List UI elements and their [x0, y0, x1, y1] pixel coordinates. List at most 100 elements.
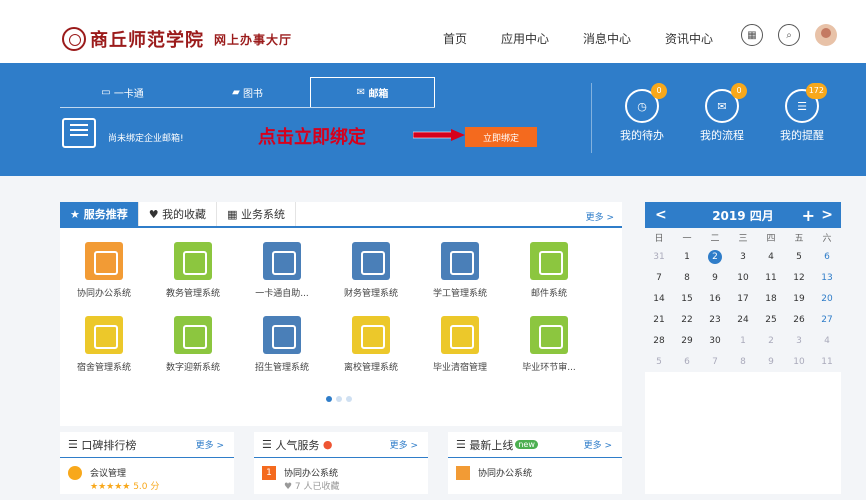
- prev-month-icon[interactable]: <: [655, 207, 667, 223]
- envelope-icon: ✉: [356, 87, 369, 98]
- calendar-day[interactable]: 3: [785, 336, 813, 346]
- calendar-day[interactable]: 15: [673, 294, 701, 304]
- calendar-day[interactable]: 19: [785, 294, 813, 304]
- app-tile[interactable]: 邮件系统: [507, 242, 591, 299]
- more-link[interactable]: 更多 >: [196, 438, 224, 451]
- tab-card[interactable]: ▭ 一卡通: [60, 77, 185, 107]
- main-nav: 首页 应用中心 消息中心 资讯中心: [443, 30, 747, 47]
- list-icon: ☰: [262, 438, 276, 451]
- app-tile[interactable]: 毕业环节审...: [507, 316, 591, 373]
- carousel-dots: [326, 396, 352, 402]
- avatar[interactable]: [815, 24, 837, 46]
- calendar-day[interactable]: 25: [757, 315, 785, 325]
- next-month-icon[interactable]: >: [821, 207, 833, 223]
- tab-recommended[interactable]: ★ 服务推荐: [60, 202, 139, 226]
- calendar-day[interactable]: 12: [785, 273, 813, 283]
- more-link[interactable]: 更多 >: [586, 210, 614, 223]
- calendar-day[interactable]: 10: [729, 273, 757, 283]
- rating: ★★★★★ 5.0 分: [90, 482, 160, 492]
- carousel-dot[interactable]: [346, 396, 352, 402]
- weekday-label: 二: [710, 233, 720, 244]
- calendar-day[interactable]: 29: [673, 336, 701, 346]
- my-reminder-button[interactable]: ☰ 172 我的提醒: [772, 83, 832, 143]
- app-tile[interactable]: 学工管理系统: [418, 242, 502, 299]
- calendar-day[interactable]: 5: [785, 252, 813, 262]
- calendar-day[interactable]: 13: [813, 273, 841, 283]
- calendar-day[interactable]: 1: [673, 252, 701, 262]
- app-tile[interactable]: 招生管理系统: [240, 316, 324, 373]
- search-icon[interactable]: ⌕: [778, 24, 800, 46]
- app-tile[interactable]: 教务管理系统: [151, 242, 235, 299]
- calendar-day[interactable]: 7: [645, 273, 673, 283]
- app-tile[interactable]: 协同办公系统: [62, 242, 146, 299]
- grid-icon[interactable]: ▦: [741, 24, 763, 46]
- calendar-day[interactable]: 5: [645, 357, 673, 367]
- tab-library[interactable]: ▰ 图书: [185, 77, 310, 107]
- calendar-day[interactable]: 1: [729, 336, 757, 346]
- calendar-day[interactable]: 3: [729, 252, 757, 262]
- calendar-day[interactable]: 27: [813, 315, 841, 325]
- calendar-day[interactable]: 28: [645, 336, 673, 346]
- calendar-day[interactable]: 23: [701, 315, 729, 325]
- app-tile[interactable]: 财务管理系统: [329, 242, 413, 299]
- calendar-week: 21 22 23 24 25 26 27: [645, 309, 841, 330]
- divider: [591, 83, 592, 153]
- calendar-day[interactable]: 26: [785, 315, 813, 325]
- calendar-day[interactable]: 31: [645, 252, 673, 262]
- tab-mailbox[interactable]: ✉ 邮箱: [310, 77, 435, 107]
- red-arrow-icon: [413, 129, 465, 141]
- calendar-day[interactable]: 18: [757, 294, 785, 304]
- carousel-dot[interactable]: [326, 396, 332, 402]
- logo-name: 商丘师范学院: [90, 30, 204, 51]
- calendar-day[interactable]: 21: [645, 315, 673, 325]
- my-todo-button[interactable]: ◷ 0 我的待办: [612, 83, 672, 143]
- list-item[interactable]: 协同办公系统: [448, 458, 622, 488]
- calendar-day[interactable]: 9: [701, 273, 729, 283]
- tab-favorites[interactable]: ♥ 我的收藏: [139, 202, 218, 226]
- app-icon: [352, 316, 390, 354]
- app-tile[interactable]: 宿舍管理系统: [62, 316, 146, 373]
- calendar-day[interactable]: 6: [813, 252, 841, 262]
- my-process-button[interactable]: ✉ 0 我的流程: [692, 83, 752, 143]
- calendar-day[interactable]: 6: [673, 357, 701, 367]
- calendar-day[interactable]: 2: [701, 249, 729, 264]
- more-link[interactable]: 更多 >: [584, 438, 612, 451]
- university-logo[interactable]: 商丘师范学院 网上办事大厅: [62, 26, 292, 52]
- bind-now-button[interactable]: 立即绑定: [465, 127, 537, 147]
- heart-icon: ♥: [148, 207, 163, 221]
- mail-notice-icon: [62, 118, 96, 148]
- calendar-day[interactable]: 7: [701, 357, 729, 367]
- carousel-dot[interactable]: [336, 396, 342, 402]
- calendar-day[interactable]: 16: [701, 294, 729, 304]
- calendar-day[interactable]: 9: [757, 357, 785, 367]
- calendar-day[interactable]: 8: [673, 273, 701, 283]
- app-label: 招生管理系统: [254, 363, 309, 373]
- tab-business-systems[interactable]: ▦ 业务系统: [217, 202, 296, 226]
- app-tile[interactable]: 毕业清宿管理: [418, 316, 502, 373]
- app-tile[interactable]: 数字迎新系统: [151, 316, 235, 373]
- calendar-day[interactable]: 11: [813, 357, 841, 367]
- add-icon[interactable]: +: [802, 206, 815, 225]
- calendar-day[interactable]: 24: [729, 315, 757, 325]
- calendar-day[interactable]: 17: [729, 294, 757, 304]
- calendar-day[interactable]: 30: [701, 336, 729, 346]
- app-tile[interactable]: 离校管理系统: [329, 316, 413, 373]
- nav-app-center[interactable]: 应用中心: [501, 30, 549, 47]
- calendar-day[interactable]: 4: [813, 336, 841, 346]
- nav-news-center[interactable]: 资讯中心: [665, 30, 713, 47]
- calendar-day[interactable]: 22: [673, 315, 701, 325]
- calendar-day[interactable]: 11: [757, 273, 785, 283]
- nav-message-center[interactable]: 消息中心: [583, 30, 631, 47]
- calendar-day[interactable]: 4: [757, 252, 785, 262]
- calendar-day[interactable]: 14: [645, 294, 673, 304]
- app-icon: [263, 316, 301, 354]
- app-icon: [174, 316, 212, 354]
- app-label: 协同办公系统: [76, 289, 131, 299]
- calendar-day[interactable]: 20: [813, 294, 841, 304]
- calendar-day[interactable]: 8: [729, 357, 757, 367]
- calendar-day[interactable]: 10: [785, 357, 813, 367]
- calendar-day[interactable]: 2: [757, 336, 785, 346]
- app-tile[interactable]: 一卡通自助...: [240, 242, 324, 299]
- more-link[interactable]: 更多 >: [390, 438, 418, 451]
- nav-home[interactable]: 首页: [443, 30, 467, 47]
